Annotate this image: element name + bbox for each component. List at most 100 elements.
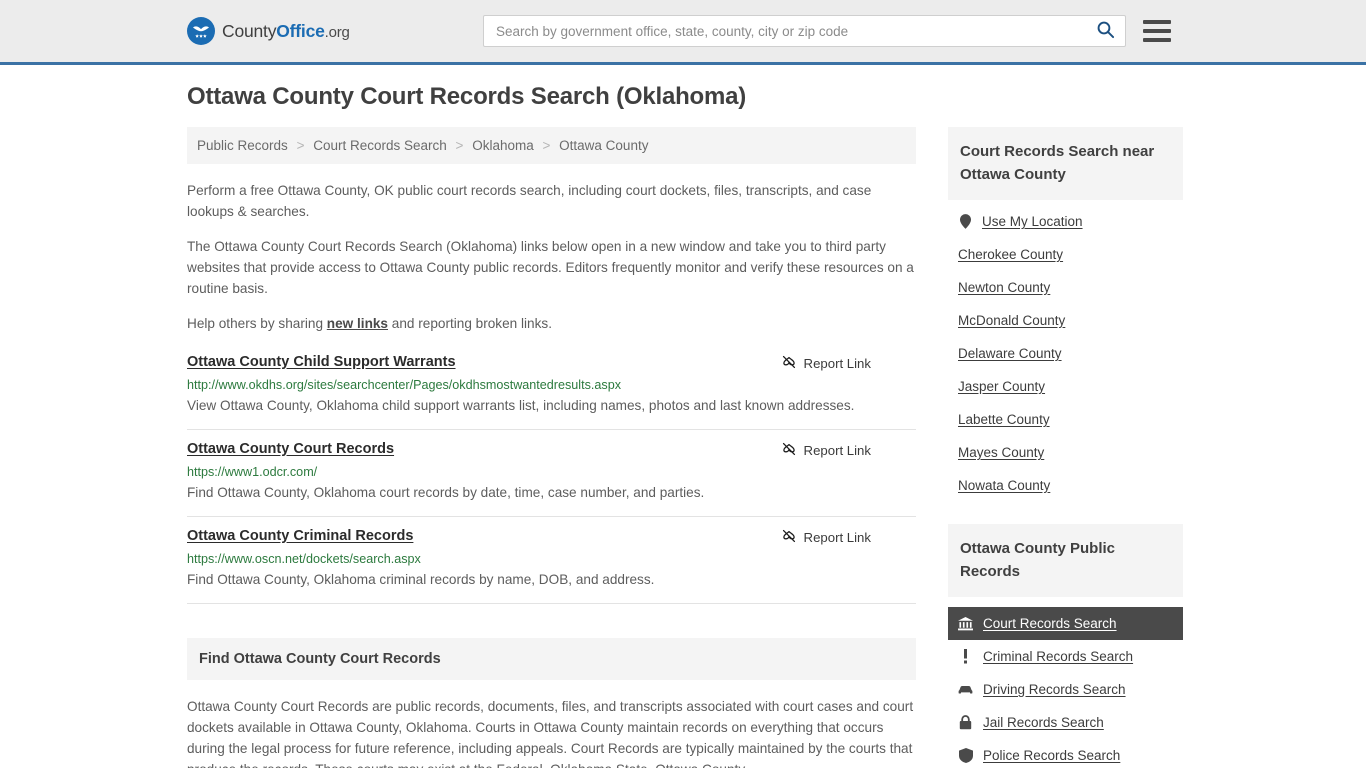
- sidebar-item-delaware-county[interactable]: Delaware County: [948, 337, 1183, 370]
- breadcrumb-item-ottawa-county[interactable]: Ottawa County: [559, 138, 648, 153]
- breadcrumb-item-public-records[interactable]: Public Records: [197, 138, 288, 153]
- result-description: View Ottawa County, Oklahoma child suppo…: [187, 398, 855, 413]
- search-input[interactable]: [494, 16, 1094, 46]
- sidebar-link-cherokee-county[interactable]: Cherokee County: [958, 247, 1063, 262]
- header-inner: CountyOffice.org: [183, 0, 1183, 62]
- result-description: Find Ottawa County, Oklahoma criminal re…: [187, 572, 655, 587]
- exclamation-icon: [958, 649, 973, 664]
- sidebar-item-mayes-county[interactable]: Mayes County: [948, 436, 1183, 469]
- map-pin-icon: [958, 214, 973, 229]
- sidebar-item-newton-county[interactable]: Newton County: [948, 271, 1183, 304]
- content-columns: Public Records > Court Records Search > …: [183, 127, 1183, 768]
- breadcrumb: Public Records > Court Records Search > …: [187, 127, 916, 164]
- sidebar-link-police-records-search[interactable]: Police Records Search: [983, 748, 1120, 763]
- result-item: Ottawa County Child Support Warrants Rep…: [187, 348, 916, 430]
- hamburger-icon-line: [1143, 38, 1171, 42]
- result-url[interactable]: https://www.oscn.net/dockets/search.aspx: [187, 552, 916, 566]
- result-header: Ottawa County Court Records Report Link: [187, 441, 916, 460]
- intro-p3-after: and reporting broken links.: [388, 316, 552, 331]
- report-link-label: Report Link: [803, 530, 871, 545]
- result-title-link[interactable]: Ottawa County Criminal Records: [187, 528, 413, 544]
- result-description: Find Ottawa County, Oklahoma court recor…: [187, 485, 705, 500]
- find-records-body: Ottawa County Court Records are public r…: [187, 696, 916, 768]
- sidebar-item-nowata-county[interactable]: Nowata County: [948, 469, 1183, 502]
- sidebar-link-newton-county[interactable]: Newton County: [958, 280, 1050, 295]
- report-link-button[interactable]: Report Link: [781, 354, 916, 373]
- breadcrumb-separator-icon: >: [455, 138, 464, 153]
- shield-icon: [958, 748, 973, 763]
- sidebar: Court Records Search near Ottawa County …: [948, 127, 1183, 768]
- search-button[interactable]: [1094, 20, 1117, 42]
- sidebar-item-cherokee-county[interactable]: Cherokee County: [948, 238, 1183, 271]
- broken-link-icon: [781, 441, 797, 460]
- breadcrumb-separator-icon: >: [542, 138, 551, 153]
- sidebar-link-delaware-county[interactable]: Delaware County: [958, 346, 1062, 361]
- intro-text: Perform a free Ottawa County, OK public …: [187, 180, 916, 334]
- sidebar-item-court-records-search[interactable]: Court Records Search: [948, 607, 1183, 640]
- result-header: Ottawa County Criminal Records Report Li…: [187, 528, 916, 547]
- sidebar-link-jasper-county[interactable]: Jasper County: [958, 379, 1045, 394]
- logo-text-office: Office: [276, 20, 325, 41]
- broken-link-icon: [781, 528, 797, 547]
- sidebar-item-jail-records-search[interactable]: Jail Records Search: [948, 706, 1183, 739]
- logo-wordmark: CountyOffice.org: [222, 21, 350, 42]
- result-item: Ottawa County Court Records Report Link: [187, 430, 916, 517]
- sidebar-link-jail-records-search[interactable]: Jail Records Search: [983, 715, 1104, 730]
- intro-paragraph-2: The Ottawa County Court Records Search (…: [187, 239, 914, 296]
- menu-button[interactable]: [1143, 20, 1171, 42]
- report-link-label: Report Link: [803, 443, 871, 458]
- sidebar-link-nowata-county[interactable]: Nowata County: [958, 478, 1050, 493]
- intro-paragraph-1: Perform a free Ottawa County, OK public …: [187, 183, 872, 219]
- logo-text-county: County: [222, 20, 277, 41]
- broken-link-icon: [781, 354, 797, 373]
- search-icon: [1096, 20, 1115, 42]
- breadcrumb-item-court-records-search[interactable]: Court Records Search: [313, 138, 447, 153]
- page-title: Ottawa County Court Records Search (Okla…: [187, 83, 747, 110]
- sidebar-link-criminal-records-search[interactable]: Criminal Records Search: [983, 649, 1133, 664]
- page-container: Ottawa County Court Records Search (Okla…: [183, 65, 1183, 768]
- result-title-link[interactable]: Ottawa County Court Records: [187, 441, 394, 457]
- sidebar-item-criminal-records-search[interactable]: Criminal Records Search: [948, 640, 1183, 673]
- results-list: Ottawa County Child Support Warrants Rep…: [187, 348, 916, 604]
- result-item: Ottawa County Criminal Records Report Li…: [187, 517, 916, 604]
- sidebar-link-mcdonald-county[interactable]: McDonald County: [958, 313, 1065, 328]
- sidebar-link-driving-records-search[interactable]: Driving Records Search: [983, 682, 1126, 697]
- result-url[interactable]: http://www.okdhs.org/sites/searchcenter/…: [187, 378, 916, 392]
- logo-text-tld: .org: [324, 23, 350, 41]
- new-links-link[interactable]: new links: [327, 316, 388, 331]
- sidebar-near-heading: Court Records Search near Ottawa County: [948, 127, 1183, 200]
- result-title-link[interactable]: Ottawa County Child Support Warrants: [187, 354, 456, 370]
- site-logo[interactable]: CountyOffice.org: [187, 17, 350, 45]
- sidebar-link-labette-county[interactable]: Labette County: [958, 412, 1050, 427]
- report-link-button[interactable]: Report Link: [781, 528, 916, 547]
- lock-icon: [958, 715, 973, 730]
- sidebar-item-jasper-county[interactable]: Jasper County: [948, 370, 1183, 403]
- sidebar-item-driving-records-search[interactable]: Driving Records Search: [948, 673, 1183, 706]
- breadcrumb-separator-icon: >: [296, 138, 305, 153]
- sidebar-item-labette-county[interactable]: Labette County: [948, 403, 1183, 436]
- intro-p3-before: Help others by sharing: [187, 316, 327, 331]
- search-bar[interactable]: [483, 15, 1126, 47]
- report-link-label: Report Link: [803, 356, 871, 371]
- sidebar-item-use-my-location[interactable]: Use My Location: [948, 200, 1183, 238]
- car-icon: [958, 684, 973, 695]
- find-records-heading: Find Ottawa County Court Records: [187, 638, 916, 680]
- result-header: Ottawa County Child Support Warrants Rep…: [187, 354, 916, 373]
- breadcrumb-item-oklahoma[interactable]: Oklahoma: [472, 138, 534, 153]
- sidebar-link-court-records-search[interactable]: Court Records Search: [983, 616, 1117, 631]
- hamburger-icon-line: [1143, 20, 1171, 24]
- sidebar-item-mcdonald-county[interactable]: McDonald County: [948, 304, 1183, 337]
- hamburger-icon-line: [1143, 29, 1171, 33]
- nearby-counties-list: Use My Location Cherokee County Newton C…: [948, 200, 1183, 502]
- sidebar-records-heading: Ottawa County Public Records: [948, 524, 1183, 597]
- countyoffice-logo-icon: [187, 17, 215, 45]
- sidebar-item-police-records-search[interactable]: Police Records Search: [948, 739, 1183, 768]
- site-header: CountyOffice.org: [0, 0, 1366, 65]
- result-url[interactable]: https://www1.odcr.com/: [187, 465, 916, 479]
- public-records-list: Court Records Search Criminal Records Se…: [948, 607, 1183, 768]
- find-records-paragraph: Ottawa County Court Records are public r…: [187, 699, 914, 768]
- bank-icon: [958, 616, 973, 631]
- sidebar-link-mayes-county[interactable]: Mayes County: [958, 445, 1044, 460]
- sidebar-link-use-my-location[interactable]: Use My Location: [982, 214, 1083, 229]
- report-link-button[interactable]: Report Link: [781, 441, 916, 460]
